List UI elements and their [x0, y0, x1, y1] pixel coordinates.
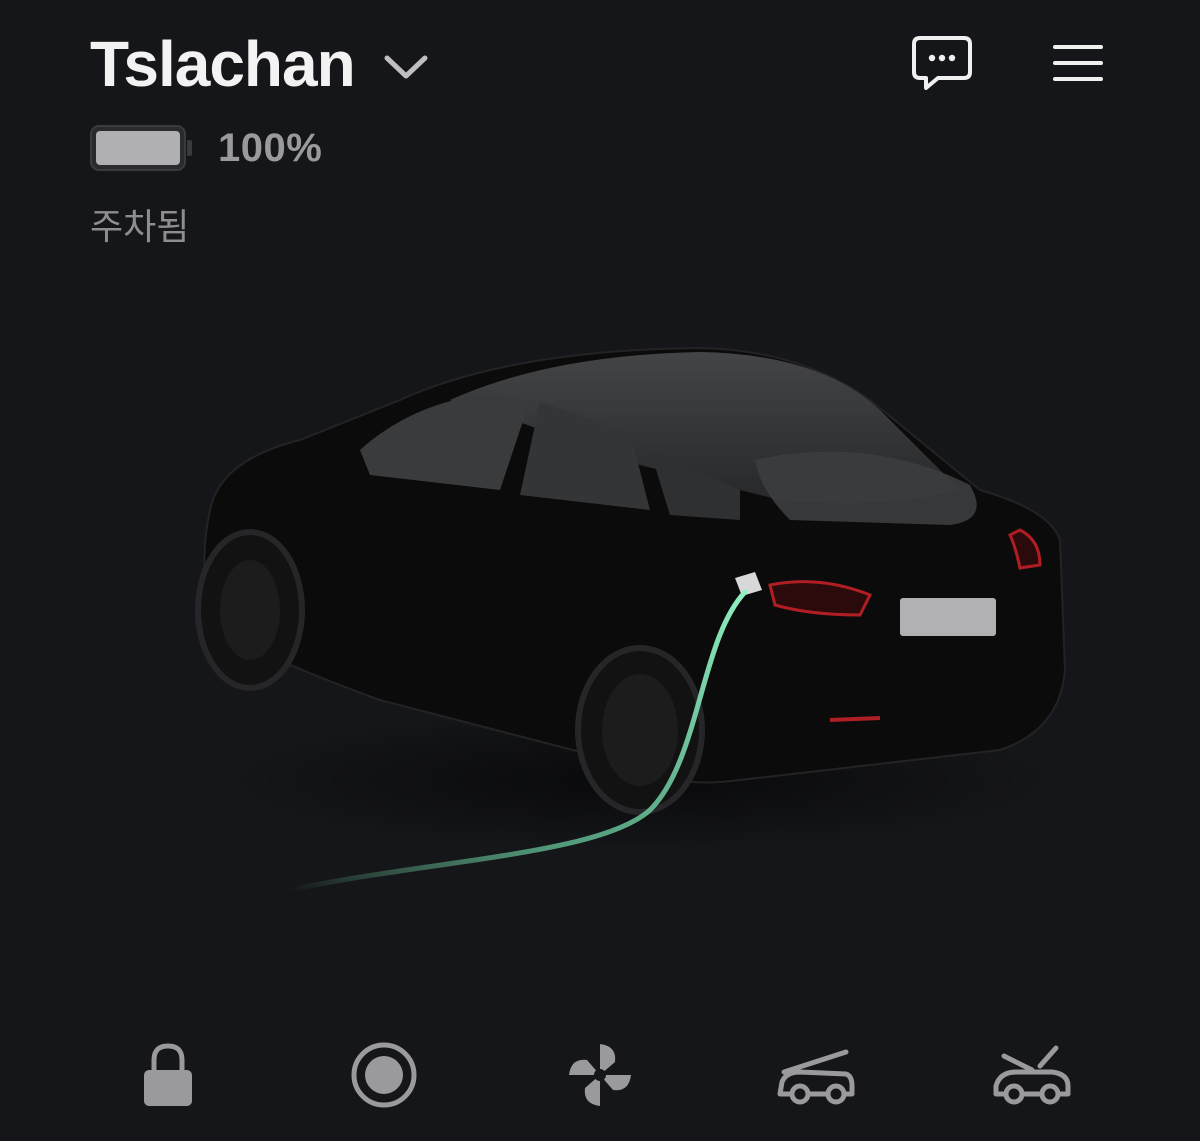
- sentry-mode-button[interactable]: [334, 1040, 434, 1110]
- battery-percent: 100%: [218, 125, 323, 170]
- top-actions: [910, 34, 1104, 92]
- vehicle-status: 주차됨: [90, 207, 190, 248]
- sentry-mode-icon: [351, 1042, 417, 1108]
- vehicle-name: Tslachan: [90, 28, 356, 100]
- quick-controls: [0, 1030, 1200, 1120]
- lock-icon: [144, 1043, 192, 1106]
- hamburger-menu-icon[interactable]: [1052, 41, 1104, 85]
- vehicle-image[interactable]: [180, 340, 1080, 900]
- chat-bubble-icon[interactable]: [910, 34, 974, 92]
- frunk-icon: [777, 1049, 855, 1105]
- fan-climate-icon: [569, 1044, 631, 1106]
- trunk-button[interactable]: [982, 1042, 1082, 1108]
- vehicle-selector[interactable]: Tslachan: [90, 28, 429, 100]
- climate-button[interactable]: [550, 1040, 650, 1110]
- lock-button[interactable]: [118, 1042, 218, 1108]
- chevron-down-icon: [384, 55, 428, 79]
- battery-status: 100%: [90, 124, 322, 172]
- battery-icon: [90, 125, 192, 171]
- frunk-button[interactable]: [766, 1042, 866, 1108]
- trunk-icon: [993, 1045, 1071, 1105]
- vehicle-header: Tslachan: [90, 28, 429, 100]
